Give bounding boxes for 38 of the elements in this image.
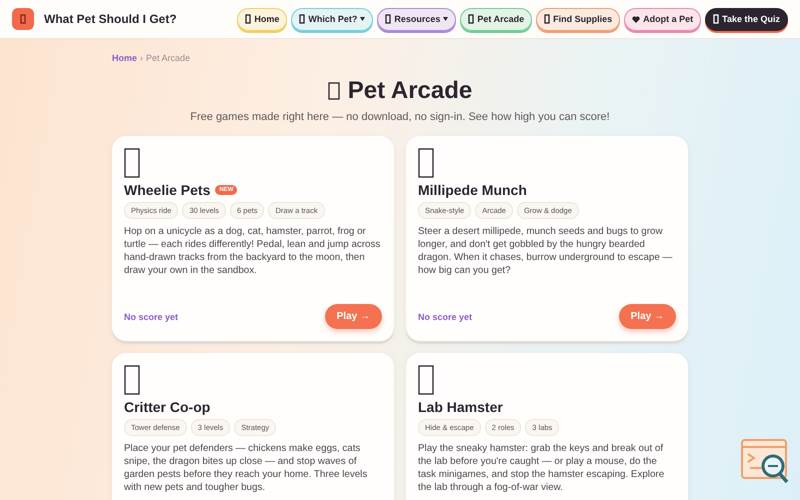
game-title: Critter Co-op [124, 399, 210, 415]
nav-link[interactable]: Resources [377, 8, 456, 30]
missing-glyph-icon [418, 148, 434, 178]
page-search-icon[interactable] [740, 438, 790, 484]
nav-link[interactable]: Take the Quiz [705, 8, 788, 30]
missing-glyph-icon [20, 14, 26, 24]
missing-glyph-icon [124, 365, 140, 395]
nav-link[interactable]: Adopt a Pet [624, 8, 702, 30]
missing-glyph-icon [385, 14, 392, 24]
breadcrumb-link[interactable]: Home [112, 53, 138, 63]
game-title: Wheelie Pets [124, 182, 210, 198]
nav-link[interactable]: Pet Arcade [460, 8, 532, 30]
game-title: Lab Hamster [418, 399, 503, 415]
game-description: Steer a desert millipede, munch seeds and bugs to grow longer, and don't get gobbled by the hungry bearded dragon. When it chases, burrow underground to escape — how big can you get? [418, 225, 674, 277]
breadcrumb-separator: › [140, 53, 144, 63]
missing-glyph-icon [544, 14, 550, 24]
score-text: No score yet [124, 312, 178, 322]
page-subtitle: Free games made right here — no download, no sign-in. See how high you can score! [189, 111, 611, 123]
nav-link[interactable]: Find Supplies [536, 8, 620, 30]
score-text: No score yet [418, 312, 472, 322]
missing-glyph-icon [328, 82, 340, 100]
missing-glyph-icon [468, 14, 474, 24]
game-description: Hop on a unicycle as a dog, cat, hamster, parrot, frog or turtle — each rides differently! Pedal, lean and jump across hand-drawn tracks from the backyard to the moon, then draw your own in the sandbox. [124, 225, 382, 277]
site-title: What Pet Should I Get? [44, 12, 177, 26]
page-title: Pet Arcade [348, 77, 472, 105]
nav-link[interactable]: Which Pet? [291, 8, 374, 30]
missing-glyph-icon [418, 365, 434, 395]
game-description: Place your pet defenders — chickens make eggs, cats snipe, the dragon bites up close — and stop waves of garden pests before they reach your home. Three levels with new pets and tougher bugs. [124, 442, 368, 494]
missing-glyph-icon [245, 14, 252, 24]
breadcrumb-current: Pet Arcade [146, 53, 190, 63]
missing-glyph-icon [124, 148, 140, 178]
heart-icon [632, 16, 640, 22]
missing-glyph-icon [299, 14, 306, 24]
game-description: Play the sneaky hamster: grab the keys and break out of the lab before you're caught — or play a mouse, do the task minigames, and stop the hamster escaping. Explore the lab through a fog-of-war view. [418, 442, 666, 494]
missing-glyph-icon [713, 14, 720, 24]
logo[interactable] [12, 8, 34, 30]
game-title: Millipede Munch [418, 182, 527, 198]
nav-link[interactable]: Home [237, 8, 288, 30]
